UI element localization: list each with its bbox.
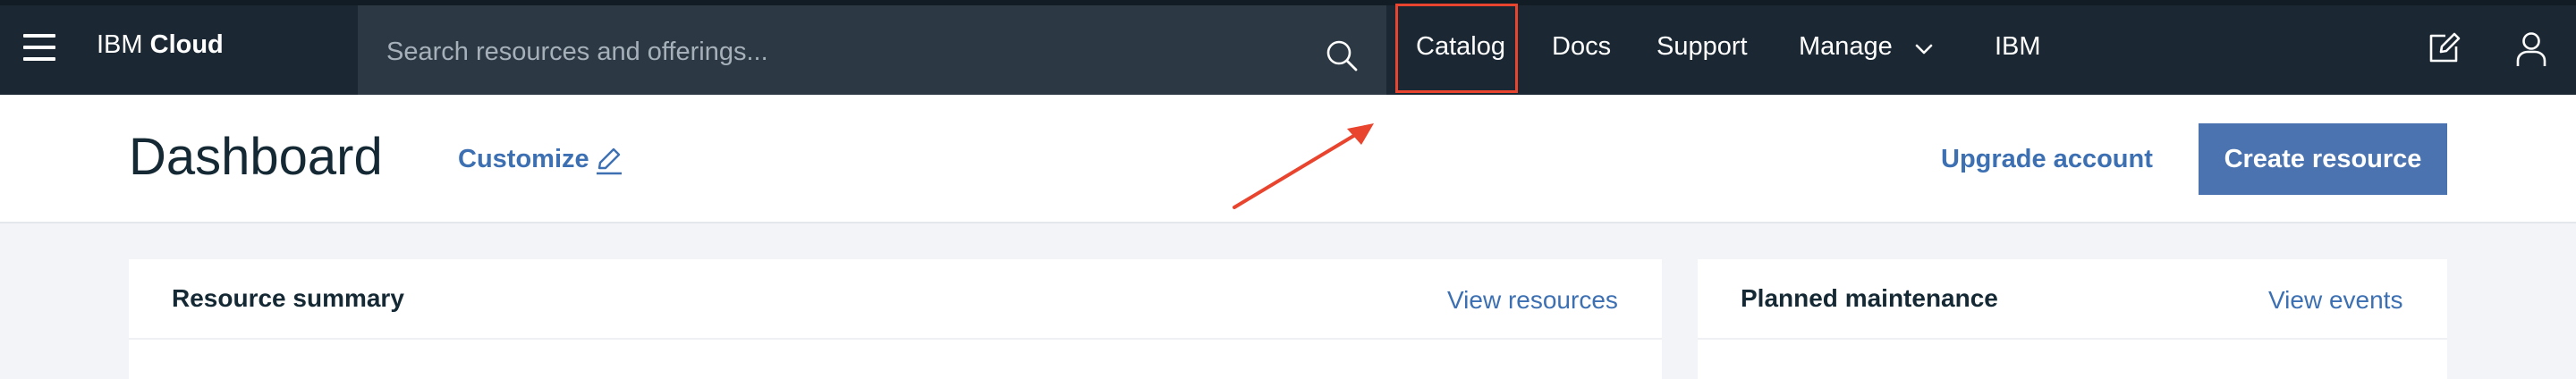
card-title: Planned maintenance (1741, 284, 1998, 312)
card-title: Resource summary (172, 284, 404, 312)
nav-docs[interactable]: Docs (1552, 32, 1611, 62)
create-resource-button[interactable]: Create resource (2199, 123, 2447, 195)
search-input[interactable] (385, 32, 1279, 72)
menu-icon[interactable] (23, 34, 55, 61)
resource-summary-card: Resource summary View resources (129, 259, 1662, 379)
card-divider (129, 338, 1662, 340)
nav-support[interactable]: Support (1657, 32, 1748, 62)
pencil-icon[interactable] (594, 145, 624, 175)
search-icon[interactable] (1324, 38, 1360, 73)
chevron-down-icon[interactable] (1912, 38, 1936, 61)
view-resources-link[interactable]: View resources (1447, 286, 1618, 315)
upgrade-account-link[interactable]: Upgrade account (1941, 145, 2153, 174)
planned-maintenance-card: Planned maintenance View events (1698, 259, 2447, 379)
annotation-arrow (1233, 123, 1374, 209)
view-events-link[interactable]: View events (2268, 286, 2402, 315)
brand-logo[interactable]: IBM Cloud (97, 30, 224, 60)
card-divider (1698, 338, 2447, 340)
nav-catalog[interactable]: Catalog (1416, 32, 1505, 62)
nav-manage[interactable]: Manage (1799, 32, 1893, 62)
search-bar (358, 5, 1386, 95)
user-icon[interactable] (2515, 30, 2547, 68)
page-title: Dashboard (129, 128, 383, 186)
customize-link[interactable]: Customize (458, 145, 589, 174)
edit-icon[interactable] (2426, 30, 2462, 66)
top-navigation-bar: IBM Cloud Catalog Docs Support Manage IB… (0, 0, 2576, 95)
nav-ibm[interactable]: IBM (1995, 32, 2041, 62)
brand-name: Cloud (149, 30, 224, 59)
brand-prefix: IBM (97, 30, 143, 59)
